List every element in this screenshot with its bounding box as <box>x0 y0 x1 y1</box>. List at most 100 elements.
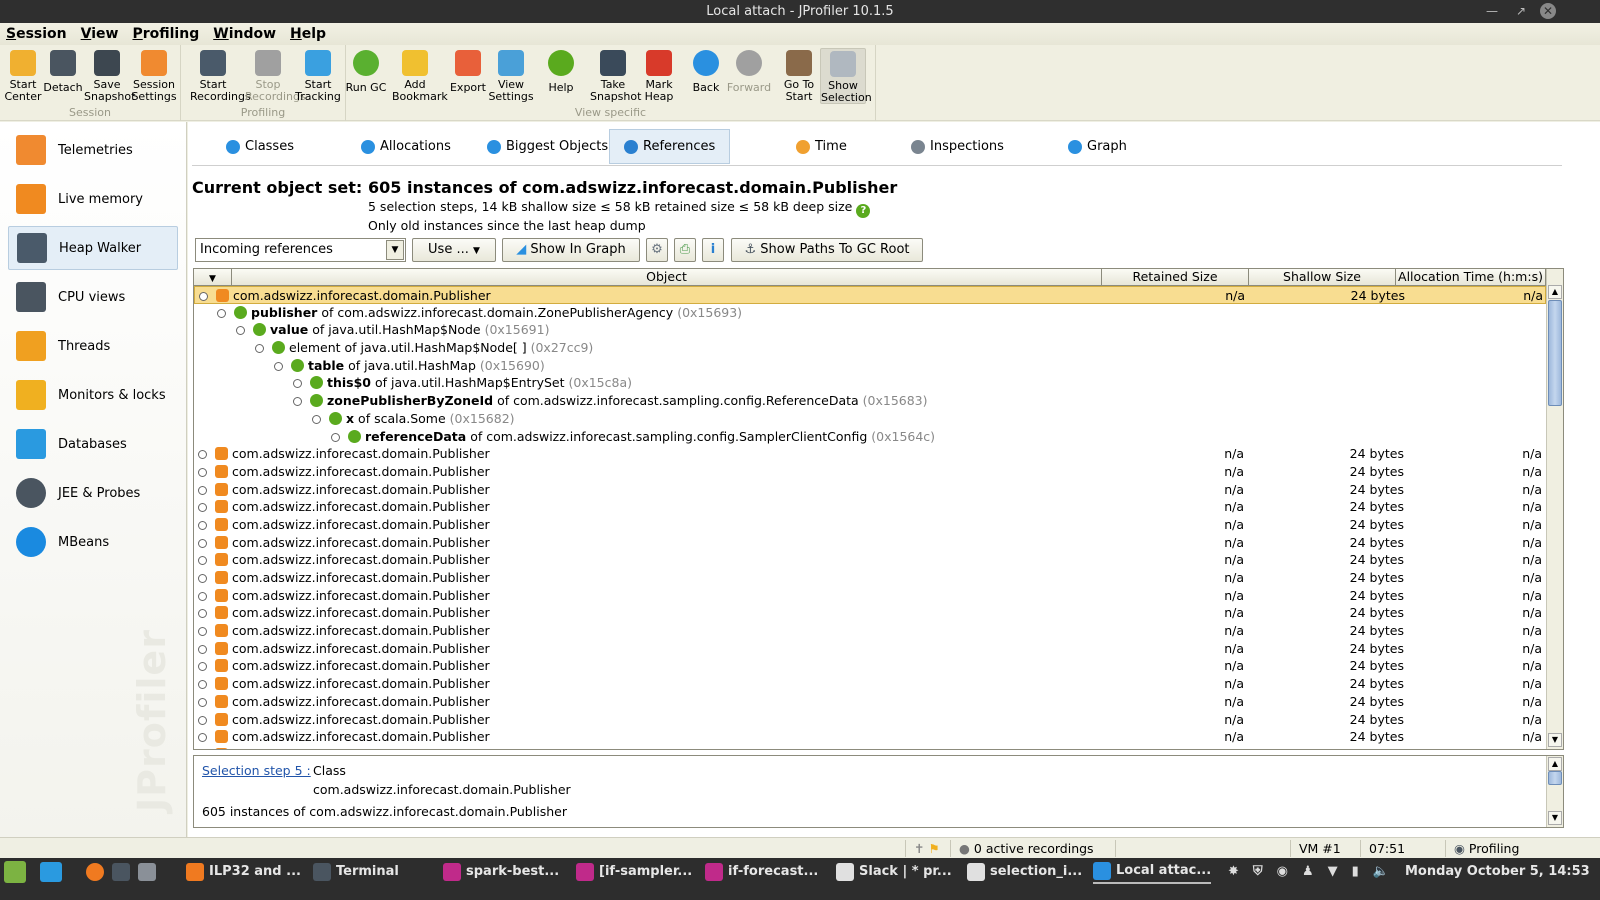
take-snapshot-button[interactable]: Take Snapshot <box>590 48 641 104</box>
sidebar-item-heap-walker[interactable]: Heap Walker <box>8 226 178 270</box>
table-row[interactable]: com.adswizz.inforecast.domain.Publisher n… <box>194 711 1546 729</box>
details-scrollbar[interactable]: ▲ ▼ <box>1546 756 1563 827</box>
expand-toggle-icon[interactable] <box>198 450 207 460</box>
table-row[interactable]: com.adswizz.inforecast.domain.Publisher n… <box>194 640 1546 658</box>
taskbar-item-spark-best[interactable]: spark-best... <box>443 860 559 884</box>
expand-toggle-icon[interactable] <box>198 644 207 654</box>
menu-window[interactable]: Window <box>213 23 276 45</box>
start-tracking-button[interactable]: Start Tracking <box>295 48 341 104</box>
back-button[interactable]: Back <box>683 48 729 104</box>
table-row[interactable]: value of java.util.HashMap$Node (0x15691… <box>194 321 1546 339</box>
show-paths-to-gc-root-button[interactable]: ⚓ Show Paths To GC Root <box>731 238 923 262</box>
close-icon[interactable]: ✕ <box>1540 3 1556 19</box>
expand-toggle-icon[interactable] <box>198 574 207 583</box>
tab-time[interactable]: Time <box>782 129 861 164</box>
expand-toggle-icon[interactable] <box>198 697 207 707</box>
expand-toggle-icon[interactable] <box>198 467 207 477</box>
menu-help[interactable]: Help <box>290 23 326 45</box>
expand-toggle-icon[interactable] <box>199 292 208 301</box>
table-row[interactable]: com.adswizz.inforecast.domain.Publisher n… <box>194 587 1546 605</box>
table-row[interactable]: com.adswizz.inforecast.domain.Publisher n… <box>194 516 1546 534</box>
table-row[interactable]: com.adswizz.inforecast.domain.Publisher n… <box>194 498 1546 516</box>
show-in-graph-button[interactable]: ◢ Show In Graph <box>502 238 640 262</box>
scrollbar-thumb[interactable] <box>1548 771 1562 785</box>
table-row[interactable]: com.adswizz.inforecast.domain.Publisher n… <box>194 604 1546 622</box>
table-row[interactable]: com.adswizz.inforecast.domain.Publisher n… <box>194 463 1546 481</box>
expand-toggle-icon[interactable] <box>198 538 207 548</box>
sidebar-item-mbeans[interactable]: MBeans <box>8 520 178 564</box>
restore-icon[interactable]: ↗ <box>1510 0 1532 23</box>
table-row[interactable]: this$0 of java.util.HashMap$EntrySet (0x… <box>194 374 1546 392</box>
table-scrollbar[interactable]: ▲ ▼ <box>1546 269 1563 749</box>
table-row[interactable]: com.adswizz.inforecast.domain.Publisher n… <box>194 746 1546 749</box>
sidebar-item-live-memory[interactable]: Live memory <box>8 177 178 221</box>
use-button[interactable]: Use ... ▼ <box>412 238 496 262</box>
expand-toggle-icon[interactable] <box>198 733 207 743</box>
chevron-down-icon[interactable]: ▼ <box>386 240 404 260</box>
export-button[interactable]: Export <box>445 48 491 104</box>
expand-toggle-icon[interactable] <box>255 344 264 354</box>
column-header-allocation-time[interactable]: Allocation Time (h:m:s) <box>1396 269 1546 286</box>
session-settings-button[interactable]: Session Settings <box>131 48 177 104</box>
tab-graph[interactable]: Graph <box>1054 129 1141 164</box>
taskbar-item-terminal[interactable]: Terminal <box>313 860 399 884</box>
table-row[interactable]: referenceData of com.adswizz.inforecast.… <box>194 428 1546 446</box>
menu-session[interactable]: Session <box>6 23 67 45</box>
table-row[interactable]: com.adswizz.inforecast.domain.Publisher n… <box>194 481 1546 499</box>
table-row[interactable]: com.adswizz.inforecast.domain.Publisher n… <box>194 728 1546 746</box>
table-row[interactable]: com.adswizz.inforecast.domain.Publisher n… <box>194 551 1546 569</box>
help-icon[interactable]: ? <box>856 204 871 218</box>
wifi-icon[interactable]: ▼ <box>1328 860 1338 884</box>
scroll-down-button[interactable]: ▼ <box>1548 733 1562 747</box>
column-menu-button[interactable]: ▼ <box>194 269 232 286</box>
expand-toggle-icon[interactable] <box>217 308 226 318</box>
stop-recordings-button[interactable]: Stop Recordings <box>245 48 306 104</box>
slack-tray-icon[interactable]: ✸ <box>1228 860 1239 884</box>
sidebar-item-cpu-views[interactable]: CPU views <box>8 275 178 319</box>
taskbar-item-local-attac[interactable]: Local attac... <box>1093 860 1212 884</box>
tab-references[interactable]: References <box>609 129 731 164</box>
terminal-launcher-icon[interactable] <box>112 860 135 884</box>
expand-toggle-icon[interactable] <box>198 627 207 637</box>
table-row[interactable]: zonePublisherByZoneId of com.adswizz.inf… <box>194 392 1546 410</box>
go-to-start-button[interactable]: Go To Start <box>776 48 822 104</box>
scroll-up-button[interactable]: ▲ <box>1548 757 1562 771</box>
column-header-shallow-size[interactable]: Shallow Size <box>1249 269 1396 286</box>
table-row[interactable]: com.adswizz.inforecast.domain.Publisher n… <box>194 534 1546 552</box>
expand-toggle-icon[interactable] <box>274 361 283 371</box>
tab-biggest-objects[interactable]: Biggest Objects <box>473 129 622 164</box>
menu-profiling[interactable]: Profiling <box>132 23 199 45</box>
column-header-retained-size[interactable]: Retained Size <box>1102 269 1249 286</box>
view-settings-button[interactable]: View Settings <box>488 48 534 104</box>
taskbar-item-if-forecast[interactable]: if-forecast... <box>705 860 818 884</box>
taskbar-item-slack-pr[interactable]: Slack | * pr... <box>836 860 952 884</box>
expand-toggle-icon[interactable] <box>198 485 207 495</box>
user-icon[interactable]: ♟ <box>1302 860 1314 884</box>
table-row[interactable]: com.adswizz.inforecast.domain.Publisher n… <box>194 622 1546 640</box>
taskbar-item-selection-i[interactable]: selection_i... <box>967 860 1082 884</box>
tab-inspections[interactable]: Inspections <box>897 129 1018 164</box>
files-launcher-icon[interactable] <box>138 860 161 884</box>
expand-toggle-icon[interactable] <box>198 680 207 690</box>
settings-button[interactable]: ⚙ <box>646 238 668 262</box>
scroll-up-button[interactable]: ▲ <box>1548 285 1562 299</box>
table-row[interactable]: com.adswizz.inforecast.domain.Publisher n… <box>194 569 1546 587</box>
detach-button[interactable]: Detach <box>40 48 86 104</box>
expand-toggle-icon[interactable] <box>293 397 302 407</box>
start-recordings-button[interactable]: Start Recordings <box>190 48 251 104</box>
expand-toggle-icon[interactable] <box>331 432 340 442</box>
expand-toggle-icon[interactable] <box>312 414 321 424</box>
tab-allocations[interactable]: Allocations <box>347 129 465 164</box>
sidebar-item-threads[interactable]: Threads <box>8 324 178 368</box>
table-row[interactable]: x of scala.Some (0x15682) <box>194 410 1546 428</box>
show-desktop-icon[interactable] <box>40 860 67 884</box>
scrollbar-thumb[interactable] <box>1548 300 1562 406</box>
info-button[interactable]: i <box>702 238 724 262</box>
taskbar-item-if-sampler[interactable]: [if-sampler... <box>576 860 692 884</box>
tab-classes[interactable]: Classes <box>212 129 308 164</box>
save-snapshot-button[interactable]: Save Snapshot <box>84 48 135 104</box>
expand-toggle-icon[interactable] <box>236 326 245 336</box>
selection-step-link[interactable]: Selection step 5 : <box>202 763 311 778</box>
clock[interactable]: Monday October 5, 14:53 <box>1405 860 1590 884</box>
table-row[interactable]: com.adswizz.inforecast.domain.Publisher n… <box>194 657 1546 675</box>
